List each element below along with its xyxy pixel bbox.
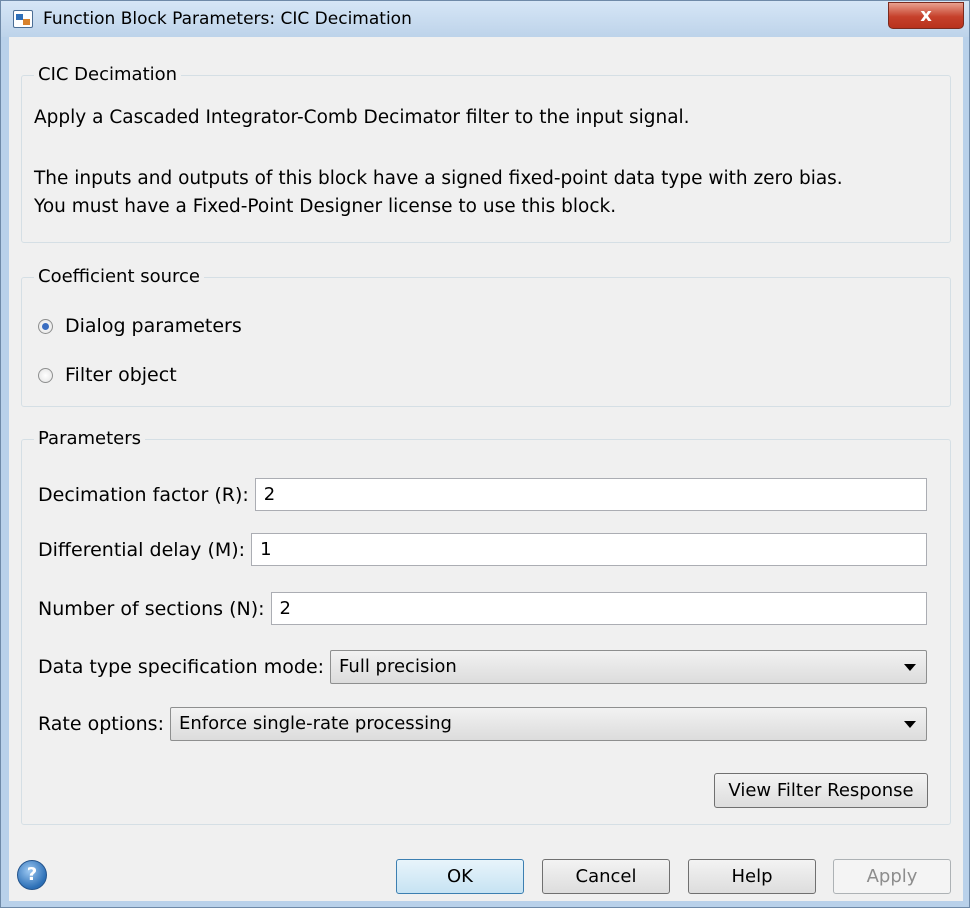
decimation-factor-input[interactable]: 2	[254, 478, 927, 511]
title-bar[interactable]: Function Block Parameters: CIC Decimatio…	[1, 1, 969, 37]
rate-options-row: Rate options: Enforce single-rate proces…	[38, 707, 927, 741]
dropdown-arrow-icon	[904, 664, 916, 671]
decimation-factor-label: Decimation factor (R):	[38, 483, 249, 506]
apply-button[interactable]: Apply	[833, 859, 951, 894]
cancel-button[interactable]: Cancel	[542, 859, 670, 894]
data-type-mode-label: Data type specification mode:	[38, 656, 325, 678]
coefficient-source-group: Coefficient source Dialog parameters Fil…	[21, 266, 951, 407]
parameters-group: Parameters Decimation factor (R): 2 Diff…	[21, 428, 951, 825]
description-line-3: You must have a Fixed-Point Designer lic…	[34, 196, 617, 217]
differential-delay-label: Differential delay (M):	[38, 538, 246, 561]
dropdown-arrow-icon	[904, 721, 916, 728]
differential-delay-row: Differential delay (M): 1	[38, 533, 927, 566]
view-filter-response-button[interactable]: View Filter Response	[714, 773, 928, 808]
radio-button-unselected[interactable]	[38, 367, 53, 383]
radio-dialog-parameters[interactable]: Dialog parameters	[38, 315, 242, 337]
help-button[interactable]: Help	[688, 859, 816, 894]
data-type-mode-row: Data type specification mode: Full preci…	[38, 650, 927, 684]
dialog-window: Function Block Parameters: CIC Decimatio…	[0, 0, 970, 908]
radio-filter-object[interactable]: Filter object	[38, 364, 177, 386]
description-line-2: The inputs and outputs of this block hav…	[34, 168, 843, 189]
data-type-mode-value: Full precision	[339, 656, 457, 677]
ok-button[interactable]: OK	[396, 859, 524, 894]
data-type-mode-dropdown[interactable]: Full precision	[330, 650, 927, 684]
radio-button-selected[interactable]	[38, 318, 53, 334]
dialog-client-area: CIC Decimation Apply a Cascaded Integrat…	[9, 37, 963, 901]
decimation-factor-row: Decimation factor (R): 2	[38, 478, 927, 511]
number-of-sections-input[interactable]: 2	[270, 592, 927, 625]
differential-delay-input[interactable]: 1	[251, 533, 927, 566]
description-group: CIC Decimation Apply a Cascaded Integrat…	[21, 64, 951, 243]
rate-options-label: Rate options:	[38, 713, 164, 735]
parameters-legend: Parameters	[34, 428, 146, 449]
radio-label-filter-object: Filter object	[65, 364, 177, 386]
number-of-sections-row: Number of sections (N): 2	[38, 592, 927, 625]
description-legend: CIC Decimation	[34, 64, 182, 85]
help-icon[interactable]: ?	[17, 860, 47, 890]
coefficient-source-legend: Coefficient source	[34, 266, 204, 287]
window-title: Function Block Parameters: CIC Decimatio…	[43, 9, 412, 29]
close-button[interactable]: x	[888, 2, 964, 29]
radio-label-dialog-parameters: Dialog parameters	[65, 315, 242, 337]
description-line-1: Apply a Cascaded Integrator-Comb Decimat…	[34, 107, 690, 128]
simulink-block-icon	[13, 10, 33, 28]
number-of-sections-label: Number of sections (N):	[38, 597, 265, 620]
rate-options-dropdown[interactable]: Enforce single-rate processing	[170, 707, 927, 741]
rate-options-value: Enforce single-rate processing	[179, 713, 452, 734]
